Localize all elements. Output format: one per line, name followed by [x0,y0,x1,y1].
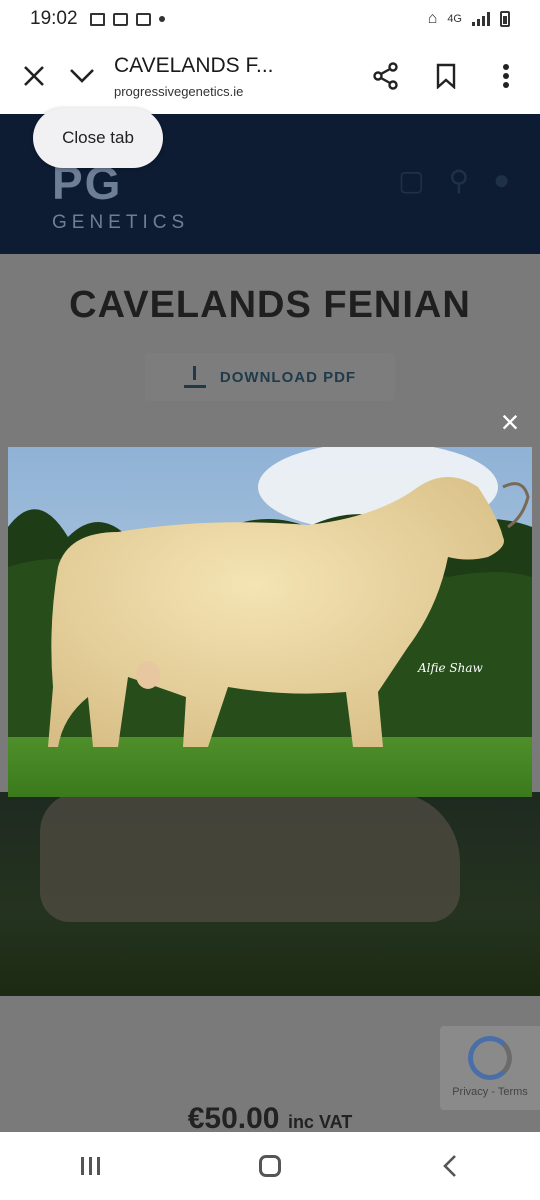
more-options-button[interactable] [482,52,530,100]
gmail-icon [89,12,105,26]
download-icon [183,366,206,388]
close-icon [24,66,44,86]
logo-text: GENETICS [52,212,190,233]
status-bar: 19:02 ⌂ 4G [0,0,540,38]
home-icon [259,1155,281,1177]
back-button[interactable] [420,1136,480,1196]
gallery-icon [135,12,151,26]
network-type: 4G [447,13,462,25]
price-vat: inc VAT [287,1112,353,1132]
share-button[interactable] [362,52,410,100]
product-title: CAVELANDS FENIAN [69,284,471,326]
close-tab-tooltip: Close tab [33,108,163,168]
price: €50.00 inc VAT [0,1102,540,1132]
recaptcha-badge[interactable]: Privacy - Terms [440,1026,540,1110]
search-icon[interactable]: ⚲ [449,164,470,197]
recaptcha-icon [468,1036,512,1080]
bag-icon[interactable]: ▢ [398,164,424,197]
recents-button[interactable] [60,1136,120,1196]
user-icon[interactable]: ● [493,164,510,197]
bull-photo: Alfie Shaw [8,447,532,797]
share-icon [373,62,398,90]
back-icon [443,1155,456,1177]
signal-icon [472,12,490,26]
lightbox-close-button[interactable]: × [492,404,528,440]
notification-icons [89,12,165,26]
status-time: 19:02 [30,8,78,29]
photo-watermark: Alfie Shaw [417,661,484,675]
home-button[interactable] [240,1136,300,1196]
status-right: ⌂ 4G [428,10,510,28]
system-nav-bar [0,1132,540,1200]
data-saver-icon: ⌂ [427,10,438,27]
recents-icon [80,1157,100,1175]
more-notifications-dot-icon [158,16,165,22]
close-tab-button[interactable] [10,52,58,100]
minimize-tab-button[interactable] [58,52,106,100]
bookmark-icon [436,63,456,89]
bull-image [40,792,460,922]
custom-tab-toolbar: CAVELANDS F... progressivegenetics.ie [0,38,540,114]
bookmark-button[interactable] [422,52,470,100]
recaptcha-links[interactable]: Privacy - Terms [440,1086,540,1098]
lightbox-image: Alfie Shaw [8,447,532,797]
more-vertical-icon [503,64,509,88]
tab-title-area: CAVELANDS F... progressivegenetics.ie [114,54,362,99]
header-icons: ▢ ⚲ ● [398,164,510,197]
chevron-down-icon [70,69,94,83]
tab-url: progressivegenetics.ie [114,83,244,99]
battery-icon [500,11,510,27]
price-value: €50.00 [187,1102,280,1132]
message-icon [112,12,128,26]
tab-title: CAVELANDS F... [114,53,274,77]
download-label: DOWNLOAD PDF [219,368,357,386]
product-photo-background [0,792,540,996]
toolbar-actions [362,52,530,100]
download-pdf-button[interactable]: DOWNLOAD PDF [145,353,395,401]
